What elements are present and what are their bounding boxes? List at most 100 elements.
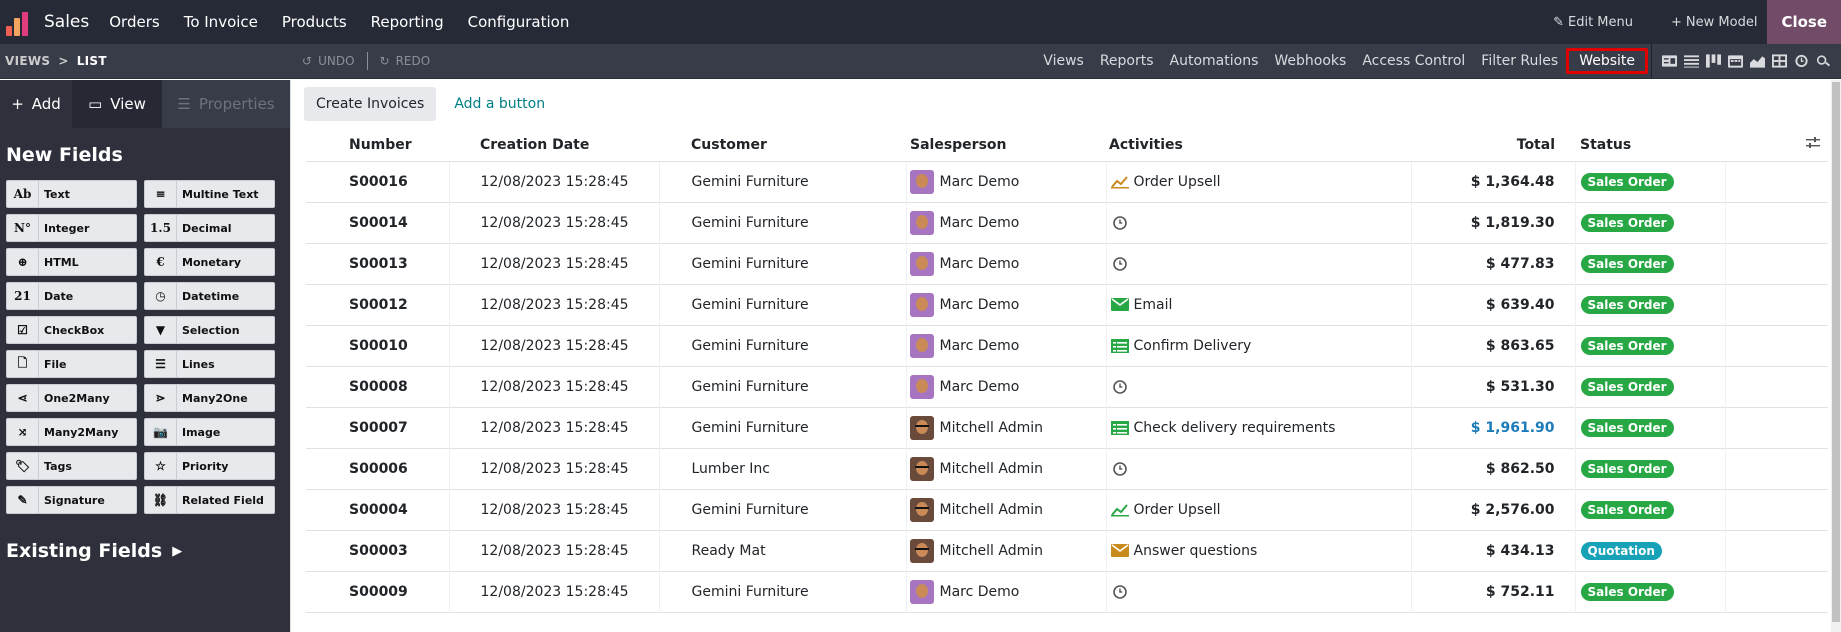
- field-selection-button[interactable]: ▼ Selection: [144, 316, 275, 344]
- envelope-icon[interactable]: [1110, 298, 1130, 311]
- field-signature-button[interactable]: ✎ Signature: [6, 486, 137, 514]
- table-row[interactable]: S00004 12/08/2023 15:28:45 Gemini Furnitur…: [306, 489, 1828, 530]
- nav-filter-rules[interactable]: Filter Rules: [1473, 53, 1566, 69]
- field-monetary-button[interactable]: € Monetary: [144, 248, 275, 276]
- col-creation-date[interactable]: Creation Date: [449, 129, 659, 162]
- table-row[interactable]: S00010 12/08/2023 15:28:45 Gemini Furnitur…: [306, 325, 1828, 366]
- avatar[interactable]: [909, 169, 934, 194]
- trend-up-icon[interactable]: [1110, 175, 1130, 189]
- nav-reports[interactable]: Reports: [1092, 53, 1162, 69]
- field-image-button[interactable]: 📷 Image: [144, 418, 275, 446]
- field-priority-label: Priority: [182, 459, 229, 473]
- field-integer-button[interactable]: N° Integer: [6, 214, 137, 242]
- envelope-icon[interactable]: [1110, 544, 1130, 557]
- search-view-icon[interactable]: [1816, 54, 1831, 68]
- trend-up-icon[interactable]: [1110, 503, 1130, 517]
- menu-products[interactable]: Products: [282, 13, 347, 31]
- menu-to-invoice[interactable]: To Invoice: [184, 13, 258, 31]
- table-row[interactable]: S00008 12/08/2023 15:28:45 Gemini Furnitur…: [306, 366, 1828, 407]
- activity-view-icon[interactable]: [1794, 54, 1809, 68]
- tab-add[interactable]: + Add: [0, 80, 72, 128]
- clock-icon[interactable]: [1110, 379, 1130, 394]
- field-file-button[interactable]: 🗋 File: [6, 350, 137, 378]
- clock-icon[interactable]: [1110, 584, 1130, 599]
- clock-icon[interactable]: [1110, 256, 1130, 271]
- cell-status: Sales Order: [1575, 571, 1726, 612]
- col-number[interactable]: Number: [306, 129, 449, 162]
- menu-orders[interactable]: Orders: [109, 13, 159, 31]
- close-button[interactable]: Close: [1767, 0, 1841, 44]
- avatar[interactable]: [909, 251, 934, 276]
- tab-properties[interactable]: ☰ Properties: [162, 80, 290, 128]
- field-datetime-button[interactable]: ◷ Datetime: [144, 282, 275, 310]
- table-row[interactable]: S00003 12/08/2023 15:28:45 Ready Mat Mitche…: [306, 530, 1828, 571]
- create-invoices-button[interactable]: Create Invoices: [304, 87, 437, 121]
- avatar[interactable]: [909, 415, 934, 440]
- undo-button[interactable]: UNDO: [318, 54, 354, 68]
- nav-views[interactable]: Views: [1035, 53, 1092, 69]
- avatar[interactable]: [909, 538, 934, 563]
- col-activities[interactable]: Activities: [1106, 129, 1411, 162]
- avatar[interactable]: [909, 333, 934, 358]
- col-salesperson[interactable]: Salesperson: [906, 129, 1106, 162]
- tab-view[interactable]: ▭ View: [72, 80, 162, 128]
- breadcrumb-views[interactable]: VIEWS: [5, 54, 50, 68]
- scrollbar-thumb[interactable]: [1832, 82, 1840, 622]
- field-related-field-button[interactable]: ⛓ Related Field: [144, 486, 275, 514]
- existing-fields-toggle[interactable]: Existing Fields ▶: [6, 540, 290, 562]
- app-name[interactable]: Sales: [44, 12, 89, 32]
- form-view-icon[interactable]: [1662, 54, 1677, 68]
- nav-webhooks[interactable]: Webhooks: [1266, 53, 1354, 69]
- todo-list-icon[interactable]: [1110, 420, 1130, 435]
- field-checkbox-button[interactable]: ☑ CheckBox: [6, 316, 137, 344]
- nav-automations[interactable]: Automations: [1162, 53, 1267, 69]
- sales-app-icon[interactable]: [6, 8, 36, 36]
- table-row[interactable]: S00007 12/08/2023 15:28:45 Gemini Furnitur…: [306, 407, 1828, 448]
- vertical-scrollbar[interactable]: [1831, 80, 1841, 632]
- field-multine-text-button[interactable]: ≡ Multine Text: [144, 180, 275, 208]
- redo-button[interactable]: REDO: [396, 54, 431, 68]
- field-tags-button[interactable]: 🏷 Tags: [6, 452, 137, 480]
- new-model-link[interactable]: + New Model: [1671, 15, 1757, 30]
- avatar[interactable]: [909, 374, 934, 399]
- table-row[interactable]: S00009 12/08/2023 15:28:45 Gemini Furnitur…: [306, 571, 1828, 612]
- menu-configuration[interactable]: Configuration: [468, 13, 570, 31]
- field-many2one-button[interactable]: ⋗ Many2One: [144, 384, 275, 412]
- col-status[interactable]: Status: [1575, 129, 1725, 162]
- list-view-icon[interactable]: [1684, 54, 1699, 68]
- avatar[interactable]: [909, 456, 934, 481]
- table-row[interactable]: S00014 12/08/2023 15:28:45 Gemini Furnitur…: [306, 202, 1828, 243]
- avatar[interactable]: [909, 497, 934, 522]
- table-row[interactable]: S00016 12/08/2023 15:28:45 Gemini Furnitur…: [306, 161, 1828, 202]
- clock-icon[interactable]: [1110, 215, 1130, 230]
- field-lines-button[interactable]: ☰ Lines: [144, 350, 275, 378]
- add-a-button-link[interactable]: Add a button: [454, 96, 545, 112]
- table-row[interactable]: S00012 12/08/2023 15:28:45 Gemini Furnitur…: [306, 284, 1828, 325]
- avatar[interactable]: [909, 579, 934, 604]
- field-priority-button[interactable]: ☆ Priority: [144, 452, 275, 480]
- field-text-button[interactable]: Ab Text: [6, 180, 137, 208]
- avatar[interactable]: [909, 292, 934, 317]
- kanban-view-icon[interactable]: [1706, 54, 1721, 68]
- nav-website[interactable]: Website: [1566, 48, 1648, 74]
- graph-view-icon[interactable]: [1750, 54, 1765, 68]
- field-html-button[interactable]: ⊕ HTML: [6, 248, 137, 276]
- table-row[interactable]: S00006 12/08/2023 15:28:45 Lumber Inc Mitch…: [306, 448, 1828, 489]
- pivot-view-icon[interactable]: [1772, 54, 1787, 68]
- menu-reporting[interactable]: Reporting: [371, 13, 444, 31]
- avatar[interactable]: [909, 210, 934, 235]
- field-date-button[interactable]: 21 Date: [6, 282, 137, 310]
- col-total[interactable]: Total: [1411, 129, 1575, 162]
- clock-icon[interactable]: [1110, 461, 1130, 476]
- col-settings[interactable]: [1725, 129, 1828, 162]
- todo-list-icon[interactable]: [1110, 338, 1130, 353]
- edit-menu-link[interactable]: ✎ Edit Menu: [1553, 15, 1633, 30]
- field-one2many-button[interactable]: ⋖ One2Many: [6, 384, 137, 412]
- field-many2many-button[interactable]: ⤨ Many2Many: [6, 418, 137, 446]
- field-decimal-button[interactable]: 1.5 Decimal: [144, 214, 275, 242]
- calendar-view-icon[interactable]: [1728, 54, 1743, 68]
- table-row[interactable]: S00013 12/08/2023 15:28:45 Gemini Furnitur…: [306, 243, 1828, 284]
- column-settings-icon[interactable]: [1806, 136, 1820, 149]
- nav-access-control[interactable]: Access Control: [1354, 53, 1473, 69]
- col-customer[interactable]: Customer: [659, 129, 906, 162]
